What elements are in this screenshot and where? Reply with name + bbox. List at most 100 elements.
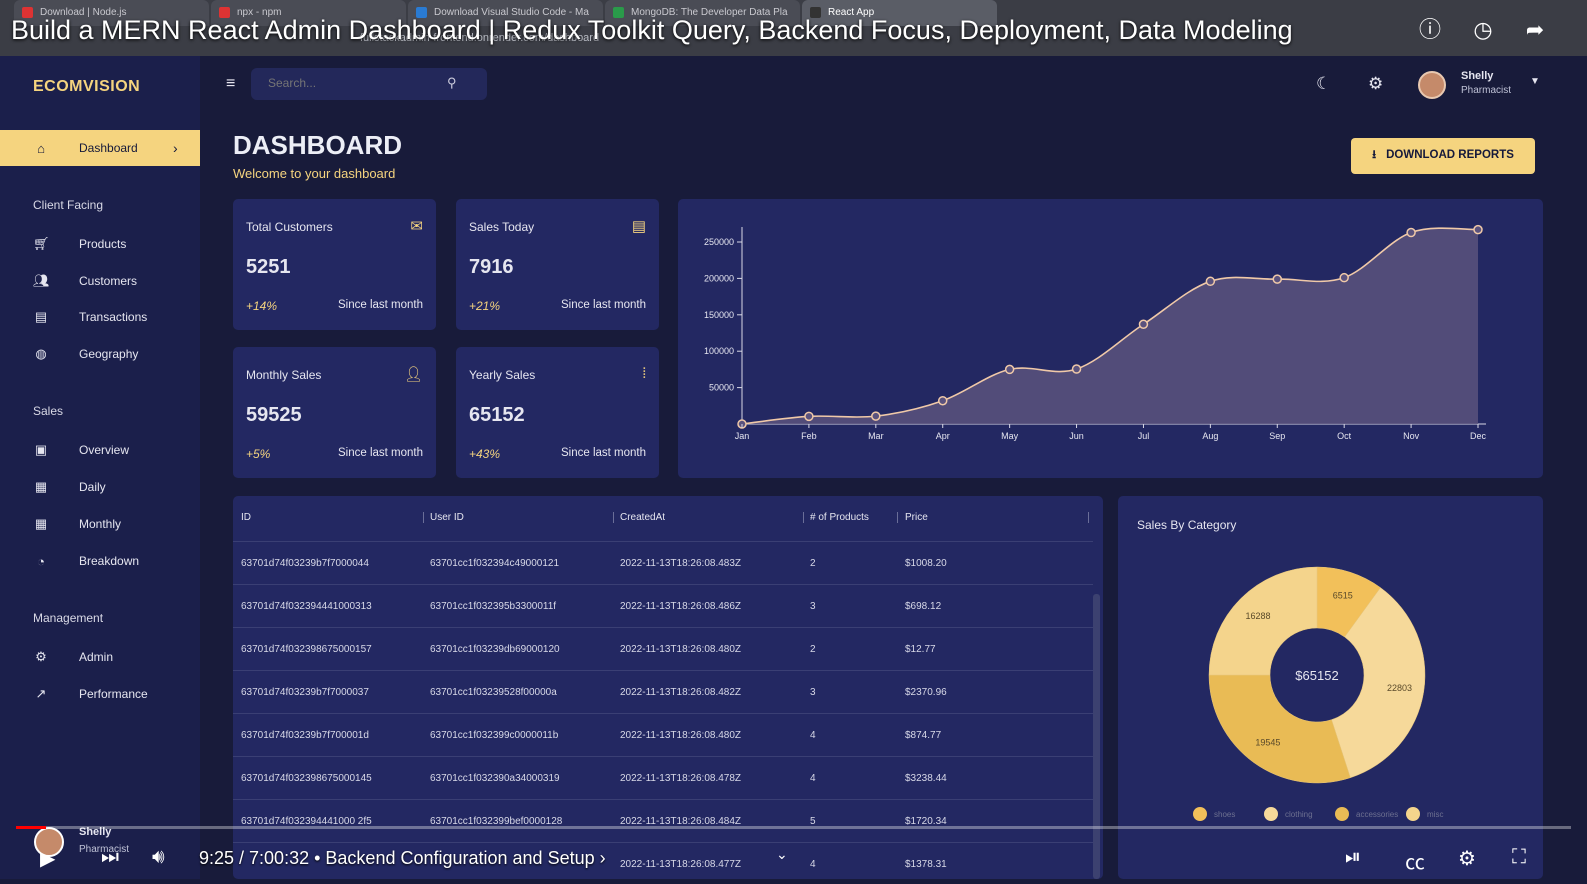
- legend-swatch: [1264, 807, 1278, 821]
- next-icon[interactable]: ⏭: [101, 846, 119, 869]
- stat-increase: +14%: [246, 299, 278, 313]
- table-cell: 63701d74f032398675000157: [241, 644, 372, 655]
- data-point: [871, 411, 881, 421]
- table-row[interactable]: 63701d74f03239b7f7000044 63701cc1f032394c…: [233, 541, 1093, 584]
- table-row[interactable]: 63701d74f032394441000 2f5 63701cc1f032399…: [233, 799, 1093, 842]
- table-cell: $874.77: [905, 730, 942, 741]
- section-title-client-facing: Client Facing: [33, 198, 104, 212]
- sidebar-item-customers[interactable]: 👥︎ Customers: [0, 263, 200, 299]
- column-header-products[interactable]: # of Products: [810, 512, 869, 523]
- table-cell: 2022-11-13T18:26:08.483Z: [620, 558, 742, 569]
- column-separator[interactable]: [423, 512, 424, 523]
- autoplay-toggle-icon[interactable]: ⏯: [1345, 846, 1361, 869]
- sidebar-item-transactions[interactable]: ▤ Transactions: [0, 299, 200, 335]
- settings-icon[interactable]: ⚙: [1458, 846, 1476, 871]
- x-tick-label: Feb: [801, 431, 817, 441]
- sidebar-item-overview[interactable]: ▣ Overview: [0, 432, 200, 468]
- pie-center-total: $65152: [1295, 668, 1338, 683]
- sidebar-item-label: Geography: [79, 347, 139, 361]
- column-header-created-at[interactable]: CreatedAt: [620, 512, 665, 523]
- table-cell: 63701cc1f03239db69000120: [430, 644, 560, 655]
- download-icon: ⭳: [1372, 148, 1377, 161]
- search-icon[interactable]: ⚲: [447, 75, 457, 91]
- stat-title: Total Customers: [246, 220, 333, 234]
- share-icon[interactable]: ➦: [1519, 14, 1551, 46]
- watch-later-icon[interactable]: ◷: [1467, 14, 1499, 46]
- y-tick-label: 250000: [704, 237, 734, 247]
- column-header-price[interactable]: Price: [905, 512, 928, 523]
- stat-increase: +21%: [469, 299, 501, 313]
- column-separator[interactable]: [1088, 512, 1089, 523]
- table-row[interactable]: 63701d74f032394441000313 63701cc1f032395b…: [233, 584, 1093, 627]
- captions-icon[interactable]: ㏄: [1405, 846, 1425, 875]
- y-tick-label: 50000: [709, 383, 734, 393]
- table-row[interactable]: 63701d74f03239b7f7000037 63701cc1f0323952…: [233, 670, 1093, 713]
- download-reports-button[interactable]: ⭳ DOWNLOAD REPORTS: [1351, 138, 1535, 174]
- table-cell: 63701d74f032398675000145: [241, 773, 372, 784]
- user-name[interactable]: Shelly: [1461, 70, 1493, 82]
- sidebar: ECOMVISION ⌂ Dashboard › Client Facing 🛒…: [0, 56, 200, 879]
- sidebar-item-label: Breakdown: [79, 554, 140, 568]
- sidebar-item-dashboard[interactable]: ⌂ Dashboard ›: [0, 130, 200, 166]
- menu-icon[interactable]: ≡: [226, 75, 235, 93]
- x-tick-label: Jul: [1138, 431, 1150, 441]
- sidebar-item-label: Performance: [79, 687, 148, 701]
- stat-card-monthly-sales: Monthly Sales 👤︎ 59525 +5% Since last mo…: [233, 347, 436, 478]
- user-role: Pharmacist: [1461, 85, 1512, 96]
- dark-mode-icon[interactable]: ☾: [1316, 74, 1331, 94]
- play-icon[interactable]: ▶: [40, 846, 55, 871]
- chevron-right-icon: ›: [173, 140, 178, 156]
- sidebar-item-geography[interactable]: ◍ Geography: [0, 336, 200, 372]
- legend-label: accessories: [1356, 810, 1398, 819]
- section-title-sales: Sales: [33, 404, 64, 418]
- sidebar-item-breakdown[interactable]: ◔ Breakdown: [0, 543, 200, 579]
- table-cell: 3: [810, 687, 816, 698]
- stat-value: 5251: [246, 256, 291, 278]
- table-cell: $2370.96: [905, 687, 947, 698]
- data-point: [1205, 276, 1216, 287]
- point-of-sale-icon: ▤: [631, 218, 646, 235]
- table-row[interactable]: 63701d74f032398675000145 63701cc1f032390a…: [233, 756, 1093, 799]
- table-cell: 2022-11-13T18:26:08.480Z: [620, 730, 742, 741]
- traffic-icon: ⦙: [642, 365, 646, 382]
- x-tick-label: Mar: [868, 431, 884, 441]
- legend-swatch: [1193, 807, 1207, 821]
- chevron-down-icon[interactable]: ⌄: [776, 846, 788, 863]
- x-tick-label: Apr: [936, 431, 950, 441]
- slice-value-label: 6515: [1333, 591, 1353, 601]
- column-separator[interactable]: [613, 512, 614, 523]
- y-tick-label: 200000: [704, 273, 734, 283]
- table-scrollbar[interactable]: [1093, 594, 1100, 879]
- video-progress-bar[interactable]: [16, 826, 1571, 829]
- pie-chart-svg: 6515 22803 19545 16288 $65152 shoes clothing ac…: [1193, 566, 1443, 821]
- search-input[interactable]: [268, 76, 438, 90]
- table-cell: 2022-11-13T18:26:08.480Z: [620, 644, 742, 655]
- sidebar-item-daily[interactable]: ▦ Daily: [0, 469, 200, 505]
- data-point: [937, 395, 948, 406]
- sidebar-item-performance[interactable]: ↗ Performance: [0, 676, 200, 712]
- avatar[interactable]: [1418, 71, 1446, 99]
- gear-icon[interactable]: ⚙: [1368, 74, 1383, 94]
- area-fill: [742, 228, 1478, 424]
- x-tick-label: Sep: [1269, 431, 1285, 441]
- table-row[interactable]: 63701d74f03239b7f700001d 63701cc1f032399c…: [233, 713, 1093, 756]
- info-icon[interactable]: ⓘ: [1414, 14, 1446, 46]
- column-header-user-id[interactable]: User ID: [430, 512, 464, 523]
- volume-icon[interactable]: 🔊︎: [152, 846, 165, 869]
- video-title[interactable]: Build a MERN React Admin Dashboard | Red…: [11, 15, 1293, 46]
- table-cell: 63701cc1f032390a34000319: [430, 773, 560, 784]
- exit-fullscreen-icon[interactable]: ⛶: [1512, 846, 1526, 869]
- sidebar-item-monthly[interactable]: ▦ Monthly: [0, 506, 200, 542]
- stat-desc: Since last month: [337, 447, 423, 459]
- column-separator[interactable]: [897, 512, 898, 523]
- sidebar-item-admin[interactable]: ⚙︎ Admin: [0, 639, 200, 675]
- search-box: ⚲: [251, 68, 487, 100]
- column-header-id[interactable]: ID: [241, 512, 251, 523]
- sidebar-item-products[interactable]: 🛒︎ Products: [0, 226, 200, 262]
- chevron-down-icon[interactable]: ▼: [1530, 76, 1540, 87]
- column-separator[interactable]: [803, 512, 804, 523]
- stat-title: Monthly Sales: [246, 368, 322, 382]
- table-cell: 4: [810, 773, 816, 784]
- chapter-title[interactable]: • Backend Configuration and Setup ›: [314, 848, 606, 868]
- table-row[interactable]: 63701d74f032398675000157 63701cc1f03239db…: [233, 627, 1093, 670]
